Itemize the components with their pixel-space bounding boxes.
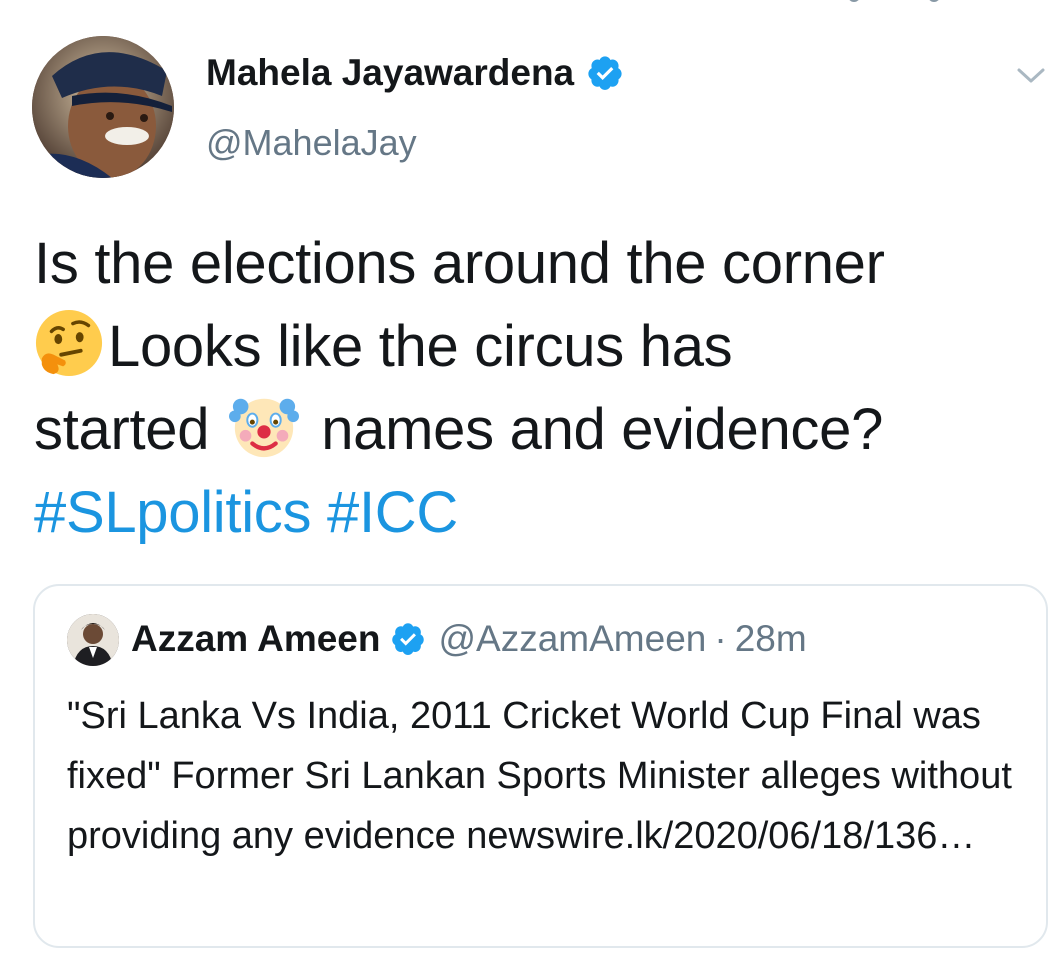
tweet-text-line-3a: started [34, 397, 210, 462]
thinking-face-icon [34, 308, 104, 378]
quoted-tweet-text: "Sri Lanka Vs India, 2011 Cricket World … [67, 695, 1012, 857]
profile-photo-icon [67, 614, 119, 666]
quoted-author-handle[interactable]: @AzzamAmeen [438, 618, 706, 660]
hashtag-icc[interactable]: #ICC [327, 480, 458, 545]
author-handle[interactable]: @MahelaJay [206, 122, 417, 164]
verified-badge-icon [586, 54, 624, 92]
separator-dot: · [714, 618, 727, 659]
author-avatar[interactable] [32, 36, 174, 178]
profile-photo [32, 36, 174, 178]
tweet-body: Is the elections around the corner Looks… [34, 222, 1044, 554]
author-display-name[interactable]: Mahela Jayawardena [206, 52, 624, 94]
quoted-author-name[interactable]: Azzam Ameen [131, 618, 380, 660]
cutoff-icon [840, 0, 950, 6]
tweet-text-line-3b: names and evidence? [321, 397, 884, 462]
clown-face-icon [229, 391, 300, 461]
quoted-tweet-card[interactable]: Azzam Ameen @AzzamAmeen · 28m "Sri Lanka… [33, 584, 1048, 948]
chevron-down-icon[interactable] [1016, 64, 1046, 88]
author-name-text: Mahela Jayawardena [206, 52, 575, 93]
quoted-author-avatar[interactable] [67, 614, 119, 666]
quoted-tweet-time[interactable]: 28m [735, 618, 807, 660]
quoted-tweet-header: Azzam Ameen @AzzamAmeen · 28m [131, 618, 807, 660]
verified-badge-icon [390, 621, 426, 657]
tweet-text-line-2: Looks like the circus has [108, 314, 733, 379]
tweet-text-line-1: Is the elections around the corner [34, 231, 885, 296]
tweet-view: Mahela Jayawardena @MahelaJay Is the ele… [0, 0, 1064, 958]
hashtag-slpolitics[interactable]: #SLpolitics [34, 480, 311, 545]
